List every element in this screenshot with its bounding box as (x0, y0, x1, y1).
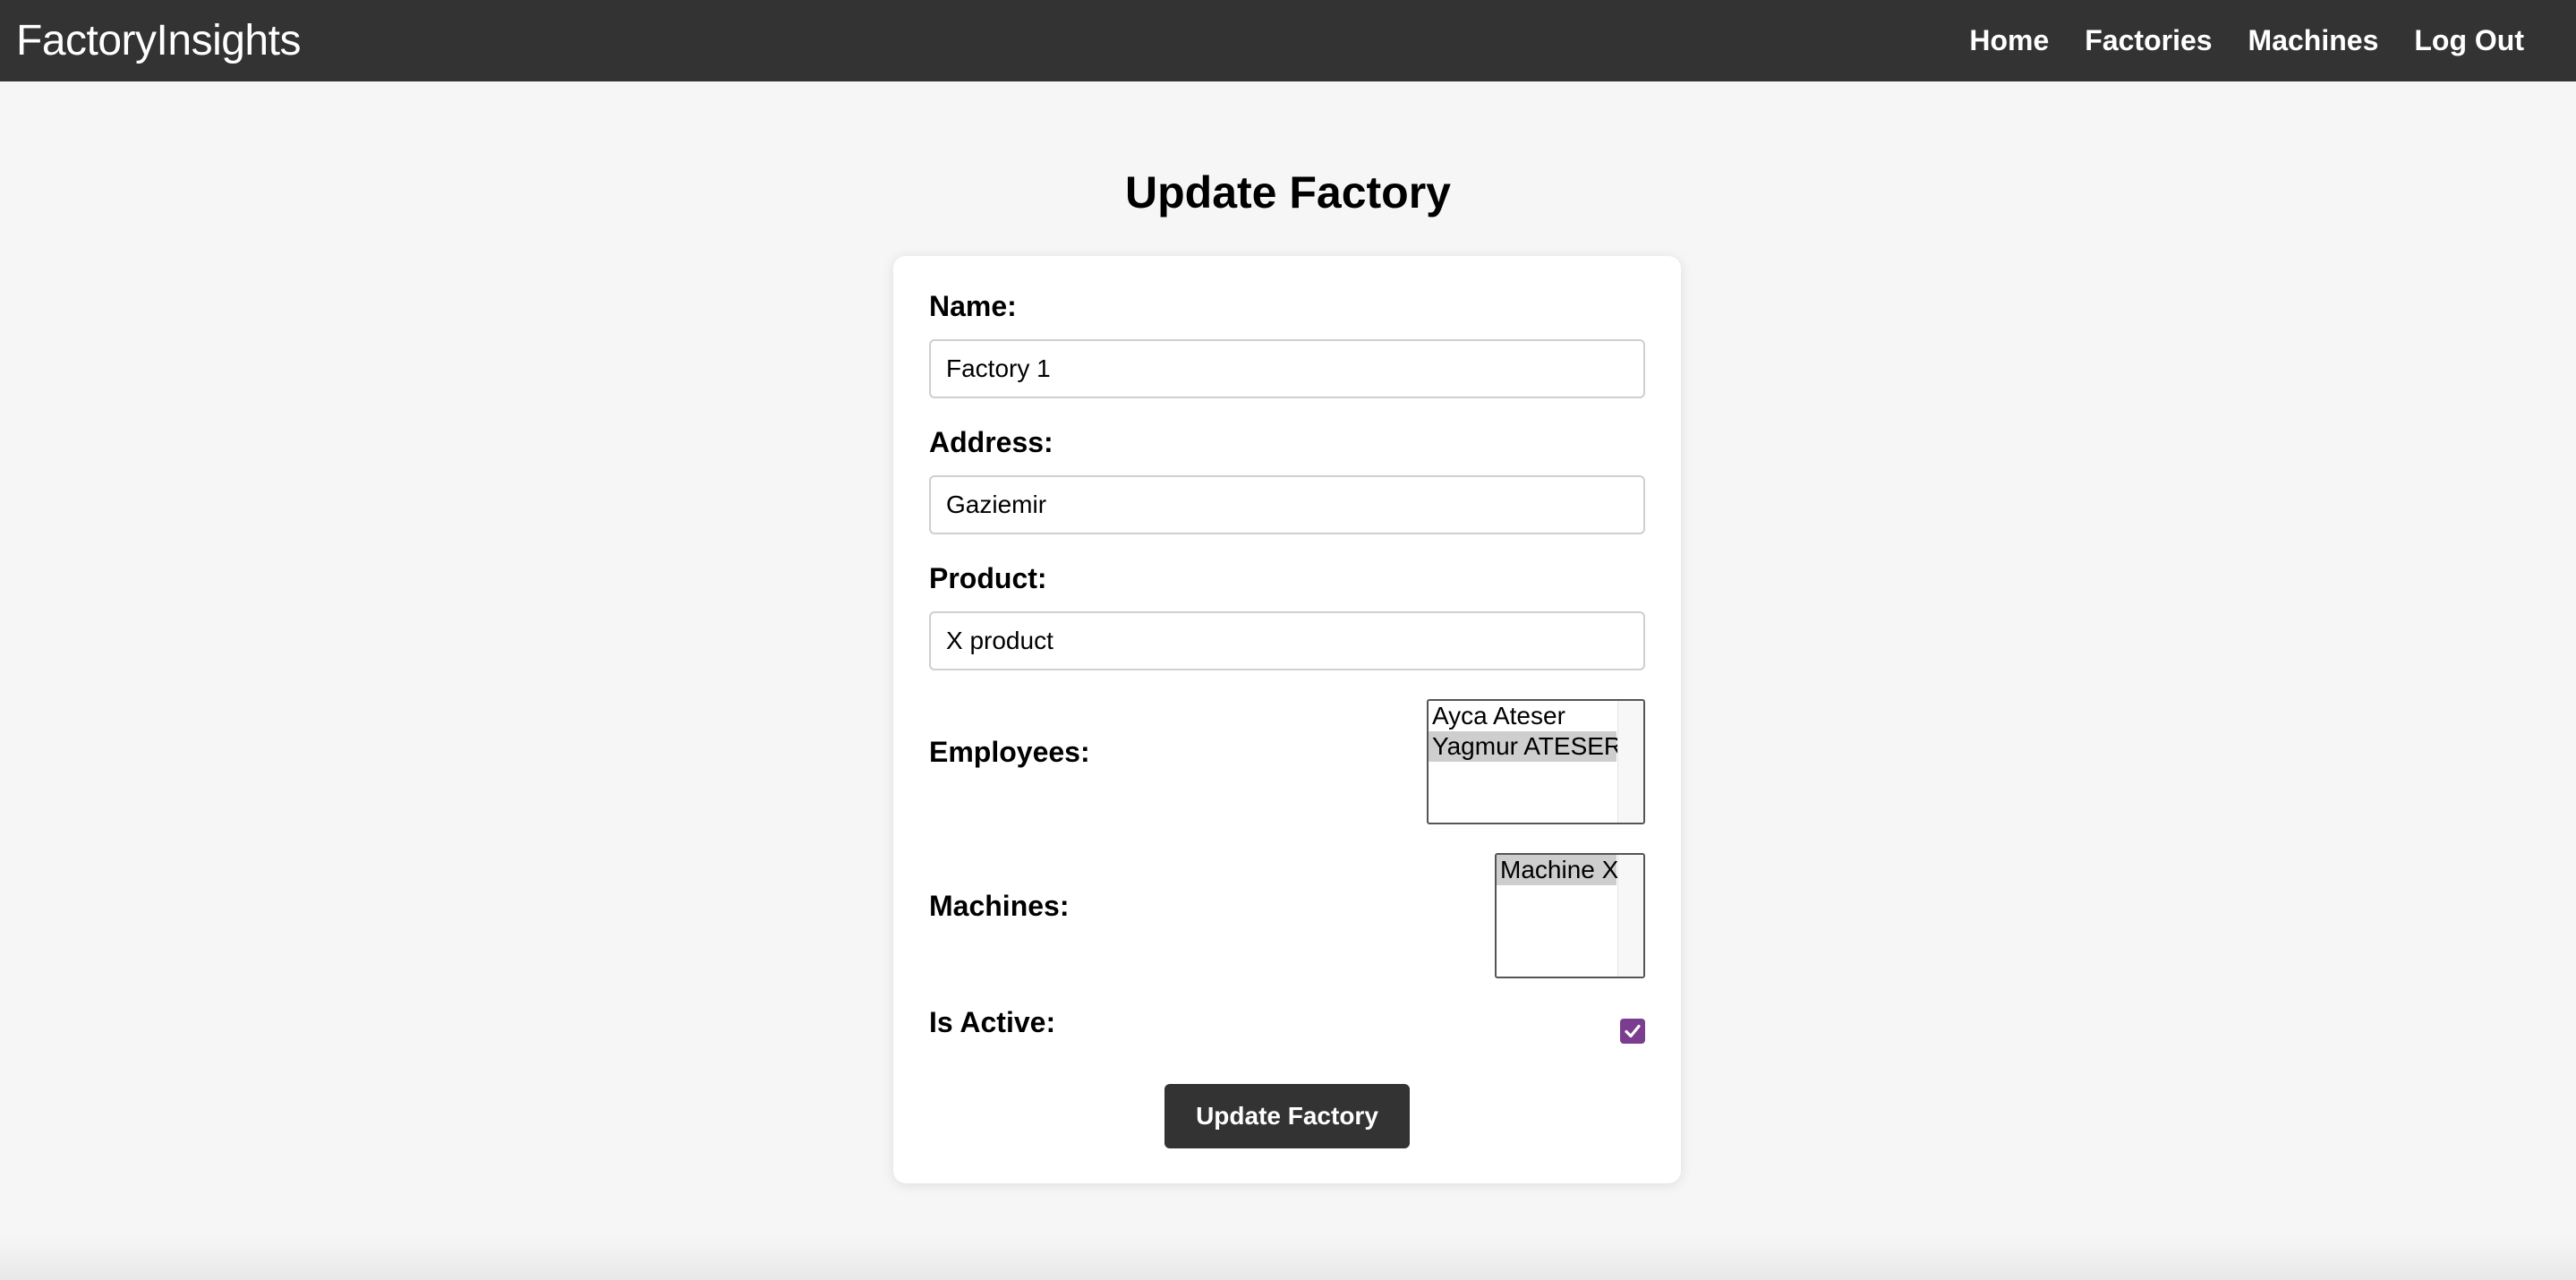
employee-option[interactable]: Ayca Ateser (1429, 701, 1616, 731)
nav-links: Home Factories Machines Log Out (1969, 24, 2524, 57)
is-active-checkbox[interactable] (1620, 1019, 1645, 1044)
name-input[interactable] (929, 339, 1645, 398)
page-title: Update Factory (1125, 167, 1451, 218)
checkmark-icon (1625, 1024, 1641, 1038)
nav-machines-link[interactable]: Machines (2248, 24, 2379, 57)
nav-logout-link[interactable]: Log Out (2414, 24, 2524, 57)
machine-option-selected[interactable]: Machine X (1497, 855, 1618, 885)
nav-factories-link[interactable]: Factories (2085, 24, 2212, 57)
employees-label: Employees: (929, 736, 1090, 768)
address-label: Address: (929, 426, 1053, 458)
product-input[interactable] (929, 611, 1645, 670)
machines-scrollbar[interactable] (1617, 855, 1643, 977)
nav-home-link[interactable]: Home (1969, 24, 2049, 57)
machines-multiselect[interactable]: Machine X (1495, 853, 1645, 978)
bottom-shade (0, 1235, 2576, 1280)
top-navbar: FactoryInsights Home Factories Machines … (0, 0, 2576, 81)
update-factory-form: Name: Address: Product: Employees: Ayca … (893, 256, 1681, 1183)
employee-option-selected[interactable]: Yagmur ATESER (1429, 731, 1622, 762)
name-label: Name: (929, 290, 1017, 322)
is-active-label: Is Active: (929, 1006, 1056, 1038)
employees-multiselect[interactable]: Ayca Ateser Yagmur ATESER (1427, 699, 1645, 824)
product-label: Product: (929, 562, 1047, 594)
update-factory-button[interactable]: Update Factory (1164, 1084, 1410, 1148)
address-input[interactable] (929, 475, 1645, 534)
machines-label: Machines: (929, 890, 1070, 922)
brand-logo[interactable]: FactoryInsights (16, 16, 301, 65)
employees-scrollbar[interactable] (1617, 701, 1643, 823)
